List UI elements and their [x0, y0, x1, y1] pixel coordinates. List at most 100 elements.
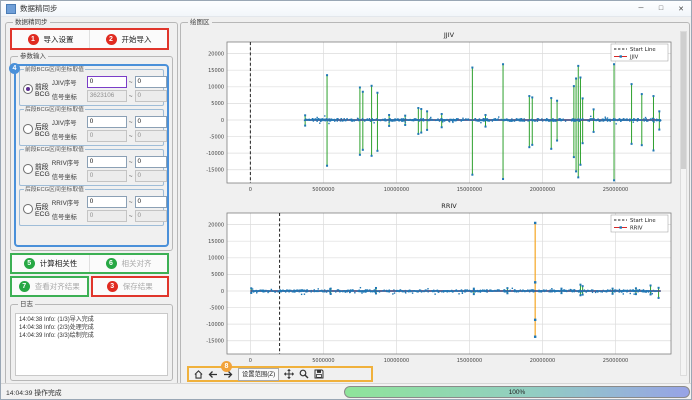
- field-label: 信号坐标: [52, 212, 85, 221]
- scrollbar-thumb[interactable]: [681, 32, 686, 169]
- rriv-index-to-input[interactable]: 0: [135, 196, 167, 208]
- jjiv-index-to-input[interactable]: 0: [135, 116, 167, 128]
- start-import-label: 开始导入: [122, 34, 152, 45]
- section-title: 前段ECG区间坐标取值: [24, 146, 85, 154]
- rriv-index-to-input[interactable]: 0: [135, 156, 167, 168]
- radio-rear-ecg[interactable]: 后段ECG: [23, 201, 50, 218]
- jjiv-index-to-input[interactable]: 0: [135, 76, 167, 88]
- signal-coord-from-input: 0: [87, 210, 127, 222]
- svg-text:15000000: 15000000: [457, 358, 482, 364]
- tilde: ~: [129, 133, 133, 140]
- minimize-icon[interactable]: ─: [631, 1, 651, 16]
- svg-text:-10000: -10000: [206, 322, 224, 328]
- svg-text:10000: 10000: [208, 256, 224, 262]
- svg-text:RRIV: RRIV: [441, 202, 457, 210]
- svg-text:20000: 20000: [208, 51, 224, 57]
- field-label: 信号坐标: [52, 172, 85, 181]
- compute-correlation-label: 计算相关性: [40, 258, 78, 269]
- tilde: ~: [129, 173, 133, 180]
- param-section-front-ecg: 前段ECG区间坐标取值 前段ECG RRIV序号 0 ~ 0: [19, 149, 164, 186]
- radio-front-ecg[interactable]: 前段ECG: [23, 161, 50, 178]
- log-groupbox: 日志 14:04:38 Info: (1/3)导入完成 14:04:38 Inf…: [10, 304, 173, 381]
- rriv-chart[interactable]: 0500000010000000150000002000000025000000…: [187, 200, 681, 373]
- save-icon[interactable]: [314, 369, 324, 379]
- log-line: 14:04:38 Info: (2/3)处理完成: [19, 324, 164, 332]
- step-badge: 1: [28, 34, 39, 45]
- pan-icon[interactable]: [284, 369, 294, 379]
- svg-text:5000000: 5000000: [312, 187, 334, 193]
- radio-icon[interactable]: [23, 204, 33, 214]
- step-badge: 5: [24, 258, 35, 269]
- signal-coord-to-input: 0: [135, 170, 167, 182]
- log-area[interactable]: 14:04:38 Info: (1/3)导入完成 14:04:38 Info: …: [15, 313, 168, 376]
- param-section-rear-bcg: 后段BCG区间坐标取值 后段BCG JJIV序号 0 ~ 0: [19, 109, 164, 146]
- start-import-button[interactable]: 2 开始导入: [89, 30, 167, 48]
- svg-text:20000: 20000: [208, 222, 224, 228]
- signal-coord-from-input: 0: [87, 130, 127, 142]
- svg-text:Start Line: Start Line: [630, 218, 656, 224]
- view-align-result-button[interactable]: 7 查看对齐结果: [12, 278, 87, 295]
- compute-correlation-button[interactable]: 5 计算相关性: [12, 255, 89, 272]
- save-result-frame: 3 保存结果: [91, 276, 170, 297]
- close-icon[interactable]: ✕: [671, 1, 691, 16]
- svg-text:10000000: 10000000: [384, 358, 409, 364]
- svg-text:-15000: -15000: [206, 339, 224, 345]
- field-label: 信号坐标: [52, 92, 85, 101]
- field-label: RRIV序号: [52, 158, 85, 167]
- correlation-align-button[interactable]: 6 相关对齐: [89, 255, 167, 272]
- svg-text:-10000: -10000: [206, 151, 224, 157]
- params-groupbox-label: 参数输入: [18, 52, 48, 61]
- plot-scrollbar[interactable]: [680, 31, 687, 376]
- radio-icon[interactable]: [23, 164, 33, 174]
- back-arrow-icon[interactable]: [208, 369, 218, 379]
- rriv-index-from-input[interactable]: 0: [87, 156, 127, 168]
- radio-icon[interactable]: [23, 124, 33, 134]
- field-label: 信号坐标: [52, 132, 85, 141]
- svg-text:20000000: 20000000: [530, 358, 555, 364]
- radio-front-bcg[interactable]: 前段BCG: [23, 81, 50, 98]
- log-line: 14:04:39 Info: (3/3)绘制完成: [19, 332, 164, 340]
- svg-text:-5000: -5000: [209, 305, 224, 311]
- svg-text:0: 0: [221, 289, 224, 295]
- jjiv-chart[interactable]: 0500000010000000150000002000000025000000…: [187, 29, 681, 202]
- jjiv-index-from-input[interactable]: 0: [87, 76, 127, 88]
- svg-text:RRIV: RRIV: [630, 226, 643, 232]
- params-groupbox: 参数输入 4 前段BCG区间坐标取值 前段BCG JJIV序号: [10, 56, 173, 251]
- plot-toolbar: 8 设置范围(Z): [187, 366, 373, 382]
- field-label: RRIV序号: [52, 198, 85, 207]
- zoom-icon[interactable]: [299, 369, 309, 379]
- svg-text:JJIV: JJIV: [629, 55, 639, 61]
- param-section-front-bcg: 前段BCG区间坐标取值 前段BCG JJIV序号 0 ~ 0: [19, 69, 164, 106]
- param-section-rear-ecg: 后段ECG区间坐标取值 后段ECG RRIV序号 0 ~ 0: [19, 189, 164, 226]
- rriv-index-from-input[interactable]: 0: [87, 196, 127, 208]
- set-range-button[interactable]: 设置范围(Z): [238, 368, 279, 381]
- save-result-button[interactable]: 3 保存结果: [93, 278, 168, 295]
- radio-rear-bcg[interactable]: 后段BCG: [23, 121, 50, 138]
- radio-label: 后段BCG: [35, 121, 50, 138]
- section-title: 后段ECG区间坐标取值: [24, 186, 85, 194]
- left-groupbox: 数据精同步 1 导入设置 2 开始导入 参数输入 4 前段BCG区间坐标取值: [5, 22, 178, 385]
- maximize-icon[interactable]: □: [651, 1, 671, 16]
- tilde: ~: [129, 79, 133, 86]
- svg-text:JJIV: JJIV: [443, 31, 455, 39]
- signal-coord-from-input: 0: [87, 170, 127, 182]
- params-annotated-frame: 4 前段BCG区间坐标取值 前段BCG JJIV序号 0: [14, 64, 169, 247]
- step-badge: 2: [106, 34, 117, 45]
- signal-coord-to-input: 0: [135, 210, 167, 222]
- home-icon[interactable]: [193, 369, 203, 379]
- progress-bar: 100%: [344, 386, 690, 398]
- correlation-align-label: 相关对齐: [122, 258, 152, 269]
- radio-icon[interactable]: [23, 84, 33, 94]
- import-settings-button[interactable]: 1 导入设置: [12, 30, 89, 48]
- jjiv-index-from-input[interactable]: 0: [87, 116, 127, 128]
- step-badge: 7: [19, 281, 30, 292]
- status-text: 14:04:39 操作完成: [6, 387, 62, 397]
- svg-text:0: 0: [221, 118, 224, 124]
- plot-area-label: 绘图区: [188, 18, 212, 27]
- svg-text:25000000: 25000000: [603, 187, 628, 193]
- step-badge: 6: [106, 258, 117, 269]
- tilde: ~: [129, 213, 133, 220]
- svg-text:10000: 10000: [208, 85, 224, 91]
- plot-area-groupbox: 绘图区 050000001000000015000000200000002500…: [180, 22, 690, 385]
- svg-text:20000000: 20000000: [530, 187, 555, 193]
